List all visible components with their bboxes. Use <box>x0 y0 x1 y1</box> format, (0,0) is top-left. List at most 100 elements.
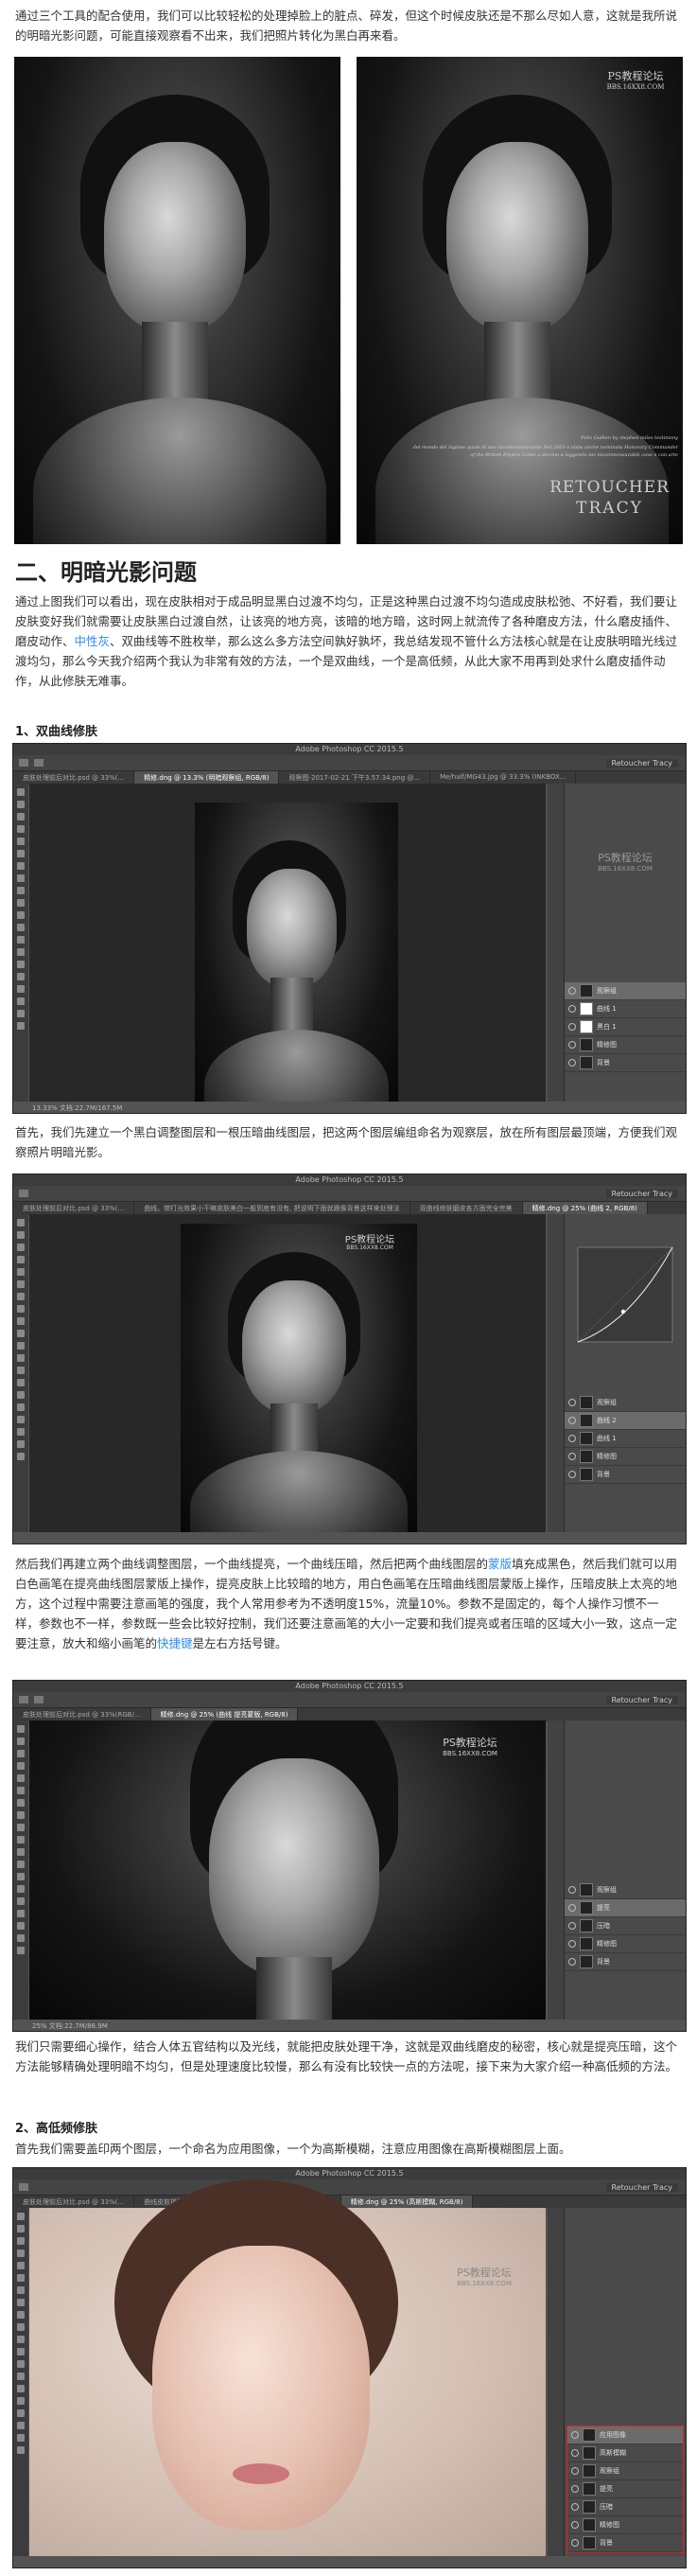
paragraph-high-low-freq: 首先我们需要盖印两个图层，一个命名为应用图像，一个为高斯模糊，注意应用图像在高斯… <box>15 2142 571 2156</box>
ps-tabs: 皮肤处理前后对比.psd @ 33%(... 精修.dng @ 13.3% (明… <box>13 771 686 785</box>
layer-row[interactable]: 背景 <box>565 1466 686 1484</box>
canvas-watermark: PS教程论坛 <box>344 1235 395 1245</box>
layer-row[interactable]: 黑白 1 <box>565 1018 686 1036</box>
paragraph-dual-curves: 然后我们再建立两个曲线调整图层，一个曲线提亮，一个曲线压暗，然后把两个曲线图层的… <box>15 1557 678 1650</box>
ps-options-bar: Retoucher Tracy <box>13 1186 686 1202</box>
signature-small: Felix Gullien by stephen miles testimony <box>581 435 678 441</box>
sub-heading-2: 2、高低频修肤 <box>15 2122 98 2136</box>
sub-heading-1: 1、双曲线修肤 <box>15 725 98 739</box>
tab-3[interactable]: 观察图-2017-02-21 下午3.57.34.png @... <box>279 771 431 785</box>
tab-4[interactable]: 精修.dng @ 25% (曲线 2, RGB/8) <box>522 1202 648 1215</box>
canvas-watermark: PS教程论坛 <box>457 2267 512 2279</box>
tab-1[interactable]: 皮肤处理前后对比.psd @ 33%(... <box>13 2196 135 2209</box>
ps-canvas[interactable]: PS教程论坛 BBS.16XX8.COM <box>29 1720 546 2020</box>
layers-panel: 观察组 曲线 1 黑白 1 精修图 背景 <box>565 982 686 1072</box>
layer-row[interactable]: 背景 <box>565 1953 686 1971</box>
layer-row[interactable]: 观察组 <box>565 982 686 1000</box>
ps-panel: 观察组 提亮 压暗 精修图 背景 <box>564 1720 686 2020</box>
ps-canvas[interactable] <box>29 784 546 1102</box>
ps-user[interactable]: Retoucher Tracy <box>605 1189 678 1198</box>
layers-panel: 观察组 提亮 压暗 精修图 背景 <box>565 1881 686 1971</box>
ps-title: Adobe Photoshop CC 2015.5 <box>13 1681 686 1692</box>
layer-row[interactable]: 精修图 <box>565 1935 686 1953</box>
tab-1[interactable]: 皮肤处理前后对比.psd @ 33%(... <box>13 1202 135 1215</box>
watermark-cn: PS教程论坛 <box>607 70 664 82</box>
ps-panel: 观察组 曲线 2 曲线 1 精修图 背景 <box>564 1214 686 1532</box>
ps-panel: PS教程论坛 BBS.16XX8.COM 观察组 曲线 1 黑白 1 精修图 背… <box>564 784 686 1102</box>
photo-after-bw: PS教程论坛 BBS.16XX8.COM Felix Gullien by st… <box>357 57 683 544</box>
layer-row[interactable]: 背景 <box>567 2534 683 2552</box>
intro-paragraph: 通过三个工具的配合使用，我们可以比较轻松的处理掉脸上的脏点、碎发，但这个时候皮肤… <box>15 9 678 43</box>
tab-1[interactable]: 皮肤处理前后对比.psd @ 33%(RGB/... <box>13 1708 151 1721</box>
ps-options-bar: Retoucher Tracy <box>13 755 686 771</box>
layer-row[interactable]: 观察组 <box>565 1394 686 1412</box>
ps-user[interactable]: Retoucher Tracy <box>605 2182 678 2192</box>
layer-row[interactable]: 应用图像 <box>567 2426 683 2444</box>
canvas-face <box>152 2246 370 2530</box>
ps-canvas[interactable]: PS教程论坛 BBS.16XX8.COM <box>29 1214 546 1532</box>
tab-1[interactable]: 皮肤处理前后对比.psd @ 33%(... <box>13 771 135 785</box>
layer-row[interactable]: 观察组 <box>567 2462 683 2480</box>
paragraph-summary: 我们只需要细心操作，结合人体五官结构以及光线，就能把皮肤处理干净，这就是双曲线磨… <box>15 2039 678 2073</box>
ps-canvas[interactable]: PS教程论坛 BBS.16XX8.COM <box>29 2179 546 2556</box>
canvas-photo: PS教程论坛 BBS.16XX8.COM <box>181 1224 417 1532</box>
ps-watermark: PS教程论坛 <box>598 852 653 864</box>
ps-window-1: Adobe Photoshop CC 2015.5 Retoucher Trac… <box>12 743 687 1114</box>
ps-panel: 应用图像 高斯模糊 观察组 提亮 压暗 精修图 背景 <box>564 2208 686 2556</box>
ps-window-4: Adobe Photoshop CC 2015.5 Retoucher Trac… <box>12 2167 687 2568</box>
ps-toolbar[interactable] <box>13 1720 28 2020</box>
layer-row[interactable]: 精修图 <box>565 1036 686 1054</box>
link-shortcut[interactable]: 快捷键 <box>157 1636 193 1650</box>
layer-row[interactable]: 曲线 1 <box>565 1000 686 1018</box>
ps-panel-strip[interactable] <box>548 784 565 1102</box>
canvas-watermark-sub: BBS.16XX8.COM <box>346 1244 393 1251</box>
brand-line1: RETOUCHER <box>549 478 670 497</box>
ps-panel-strip[interactable] <box>548 2208 565 2556</box>
layer-row[interactable]: 压暗 <box>567 2498 683 2516</box>
link-neutral-gray[interactable]: 中性灰 <box>75 634 111 648</box>
tab-3[interactable]: 精修.dng @ 25% (高斯模糊, RGB/8) <box>340 2196 474 2209</box>
brand-line2: TRACY <box>576 499 643 518</box>
layer-row[interactable]: 背景 <box>565 1054 686 1072</box>
tab-2[interactable]: 曲线，带打光效果小干嘛皮肤美白一般到底有没有, 把说明下面就跟像背景这样来处理法 <box>134 1202 410 1215</box>
link-mask[interactable]: 蒙版 <box>488 1557 512 1571</box>
layers-panel: 观察组 曲线 2 曲线 1 精修图 背景 <box>565 1394 686 1484</box>
curves-graph[interactable] <box>565 1238 686 1361</box>
layer-row[interactable]: 精修图 <box>565 1448 686 1466</box>
ps-window-3: Adobe Photoshop CC 2015.5 Retoucher Trac… <box>12 1680 687 2032</box>
paragraph-observe-layer: 首先，我们先建立一个黑白调整图层和一根压暗曲线图层，把这两个图层编组命名为观察层… <box>15 1125 678 1159</box>
caption-line1: del mondo del inglese quale di suo incom… <box>412 445 678 450</box>
layer-row[interactable]: 提亮 <box>565 1899 686 1917</box>
tab-3[interactable]: 双曲线修肤磨皮各方面完全完美 <box>410 1202 523 1215</box>
layer-row[interactable]: 曲线 1 <box>565 1430 686 1448</box>
ps-toolbar[interactable] <box>13 1214 28 1532</box>
canvas-watermark-sub: BBS.16XX8.COM <box>457 2280 512 2287</box>
ps-panel-strip[interactable] <box>548 1720 565 2020</box>
layer-row[interactable]: 提亮 <box>567 2480 683 2498</box>
ps-panel-strip[interactable] <box>548 1214 565 1532</box>
canvas-lips <box>233 2463 289 2484</box>
canvas-photo <box>195 803 398 1102</box>
layer-row[interactable]: 观察组 <box>565 1881 686 1899</box>
ps-toolbar[interactable] <box>13 784 28 1102</box>
ps-user[interactable]: Retoucher Tracy <box>605 758 678 768</box>
layer-row[interactable]: 高斯模糊 <box>567 2444 683 2462</box>
ps-title: Adobe Photoshop CC 2015.5 <box>13 2168 686 2179</box>
canvas-photo: PS教程论坛 BBS.16XX8.COM <box>29 1720 546 2020</box>
ps-user[interactable]: Retoucher Tracy <box>605 1695 678 1704</box>
ps-title: Adobe Photoshop CC 2015.5 <box>13 744 686 755</box>
ps-tabs: 皮肤处理前后对比.psd @ 33%(RGB/... 精修.dng @ 25% … <box>13 1708 686 1721</box>
tab-2[interactable]: 精修.dng @ 25% (曲线 提亮蒙版, RGB/8) <box>150 1708 299 1721</box>
ps-tabs: 皮肤处理前后对比.psd @ 33%(... 曲线，带打光效果小干嘛皮肤美白一般… <box>13 1202 686 1215</box>
layer-row[interactable]: 曲线 2 <box>565 1412 686 1430</box>
ps-status: 13.33% 文档:22.7M/167.5M <box>32 1104 123 1112</box>
layer-row[interactable]: 压暗 <box>565 1917 686 1935</box>
ps-toolbar[interactable] <box>13 2208 28 2556</box>
canvas-watermark: PS教程论坛 <box>443 1737 497 1749</box>
ps-tabs: 皮肤处理前后对比.psd @ 33%(... 曲线皮肤提亮暗部, 皮肤只有提亮和… <box>13 2196 686 2209</box>
tab-2[interactable]: 精修.dng @ 13.3% (明暗观察组, RGB/8) <box>134 771 280 785</box>
ps-status: 25% 文档:22.7M/86.9M <box>32 2022 108 2030</box>
tab-4[interactable]: Me/half/MG43.jpg @ 33.3% (INKBOX... <box>430 771 577 785</box>
watermark-en: BBS.16XX8.COM <box>606 83 665 91</box>
layer-row[interactable]: 精修图 <box>567 2516 683 2534</box>
